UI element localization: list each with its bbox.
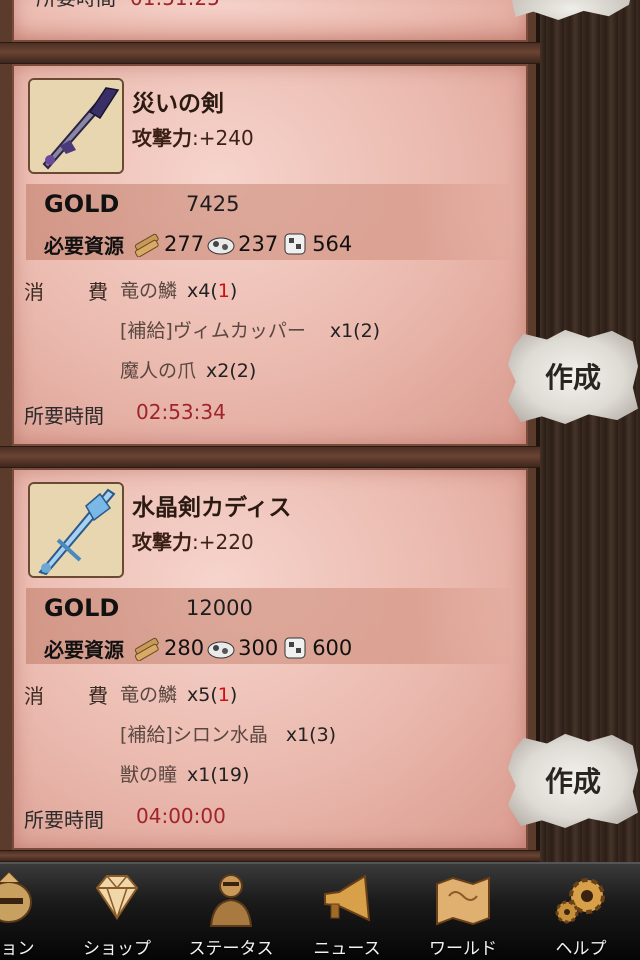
gold-label: GOLD <box>44 190 120 218</box>
attack-stat: 攻撃力:+240 <box>132 122 254 151</box>
recipe-card: 水晶剣カディス 攻撃力:+220 GOLD 12000 必要資源 280 300… <box>12 468 528 850</box>
attack-label: 攻撃力 <box>132 530 192 554</box>
gold-label: GOLD <box>44 594 120 622</box>
crystal-sword-icon <box>30 484 122 576</box>
consumable-name: 魔人の爪 <box>120 360 197 382</box>
nav-label: ステータス <box>188 939 274 959</box>
nav-label: ション <box>0 939 35 959</box>
consumable-name: [補給]シロン水晶 <box>120 724 268 746</box>
ore-amount: 237 <box>238 232 279 256</box>
stone-icon <box>280 635 310 661</box>
weapon-thumbnail <box>28 482 124 578</box>
consumable-name: [補給]ヴィムカッパー <box>120 320 306 342</box>
stone-icon <box>280 231 310 257</box>
nav-item-world[interactable]: ワールド <box>408 868 518 960</box>
make-button[interactable]: 作成 <box>508 329 638 424</box>
ore-icon <box>206 635 236 661</box>
consumable-row: [補給]ヴィムカッパー x1(2) <box>120 320 381 342</box>
resources-row: 必要資源 277 237 564 <box>44 229 352 259</box>
wood-panel <box>528 0 640 862</box>
consumable-name: 竜の鱗 <box>120 280 178 302</box>
nav-label: ニュース <box>313 939 381 959</box>
card-divider <box>0 446 540 468</box>
nav-item-status[interactable]: ステータス <box>176 868 286 960</box>
resources-row: 必要資源 280 300 600 <box>44 633 352 663</box>
resources-label: 必要資源 <box>44 233 124 258</box>
consumable-row: 魔人の爪 x2(2) <box>120 360 257 382</box>
ore-icon <box>206 231 236 257</box>
card-divider <box>0 850 540 862</box>
time-label: 所要時間 <box>24 404 104 428</box>
item-name: 水晶剣カディス <box>132 495 292 521</box>
consumable-name: 竜の鱗 <box>120 684 178 706</box>
knight-helmet-icon <box>0 868 41 930</box>
gold-value: 12000 <box>186 596 253 620</box>
gears-icon <box>549 868 613 930</box>
card-divider <box>0 42 540 64</box>
time-label: 所要時間 <box>36 0 116 10</box>
attack-value: :+220 <box>192 530 254 554</box>
make-button[interactable]: 作成 <box>508 733 638 828</box>
weapon-thumbnail <box>28 78 124 174</box>
consumable-row: 竜の鱗 x4(1) <box>120 280 238 302</box>
wood-amount: 280 <box>164 636 205 660</box>
nav-item-mission[interactable]: ション <box>0 868 64 960</box>
consumable-row: 獣の瞳 x1(19) <box>120 764 250 786</box>
nav-label: ワールド <box>429 939 497 959</box>
time-label: 所要時間 <box>24 808 104 832</box>
recipe-list[interactable]: 所要時間01:51:25 災いの剣 攻撃力:+240 GOLD 7425 必要資… <box>0 0 540 862</box>
time-value: 04:00:00 <box>136 804 226 828</box>
bottom-nav: ション ショップ ステータス ニュース ワールド ヘルプ <box>0 862 640 960</box>
time-value: 02:53:34 <box>136 400 226 424</box>
consume-label: 消費 <box>24 684 108 708</box>
wood-icon <box>132 635 162 661</box>
item-name: 災いの剣 <box>132 91 224 117</box>
nav-label: ヘルプ <box>555 939 607 959</box>
consumable-row: [補給]シロン水晶 x1(3) <box>120 724 337 746</box>
attack-label: 攻撃力 <box>132 126 192 150</box>
stone-amount: 600 <box>312 636 353 660</box>
nav-label: ショップ <box>83 939 151 959</box>
attack-value: :+240 <box>192 126 254 150</box>
wood-icon <box>132 231 162 257</box>
consumable-row: 竜の鱗 x5(1) <box>120 684 238 706</box>
attack-stat: 攻撃力:+220 <box>132 526 254 555</box>
diamond-icon <box>85 868 149 930</box>
resources-label: 必要資源 <box>44 637 124 662</box>
ore-amount: 300 <box>238 636 279 660</box>
wood-amount: 277 <box>164 232 205 256</box>
consumable-name: 獣の瞳 <box>120 764 178 786</box>
recipe-card: 災いの剣 攻撃力:+240 GOLD 7425 必要資源 277 237 564… <box>12 64 528 446</box>
megaphone-icon <box>315 868 379 930</box>
recipe-card-previous: 所要時間 01:51:25 <box>12 0 528 42</box>
time-value: 01:51:25 <box>130 0 220 10</box>
stone-amount: 564 <box>312 232 353 256</box>
nav-item-shop[interactable]: ショップ <box>62 868 172 960</box>
nav-item-help[interactable]: ヘルプ <box>526 868 636 960</box>
previous-time-row: 所要時間 01:51:25 <box>36 0 220 11</box>
nav-item-news[interactable]: ニュース <box>292 868 402 960</box>
warrior-icon <box>199 868 263 930</box>
gold-value: 7425 <box>186 192 240 216</box>
dark-sword-icon <box>30 80 122 172</box>
map-scroll-icon <box>431 868 495 930</box>
consume-label: 消費 <box>24 280 108 304</box>
